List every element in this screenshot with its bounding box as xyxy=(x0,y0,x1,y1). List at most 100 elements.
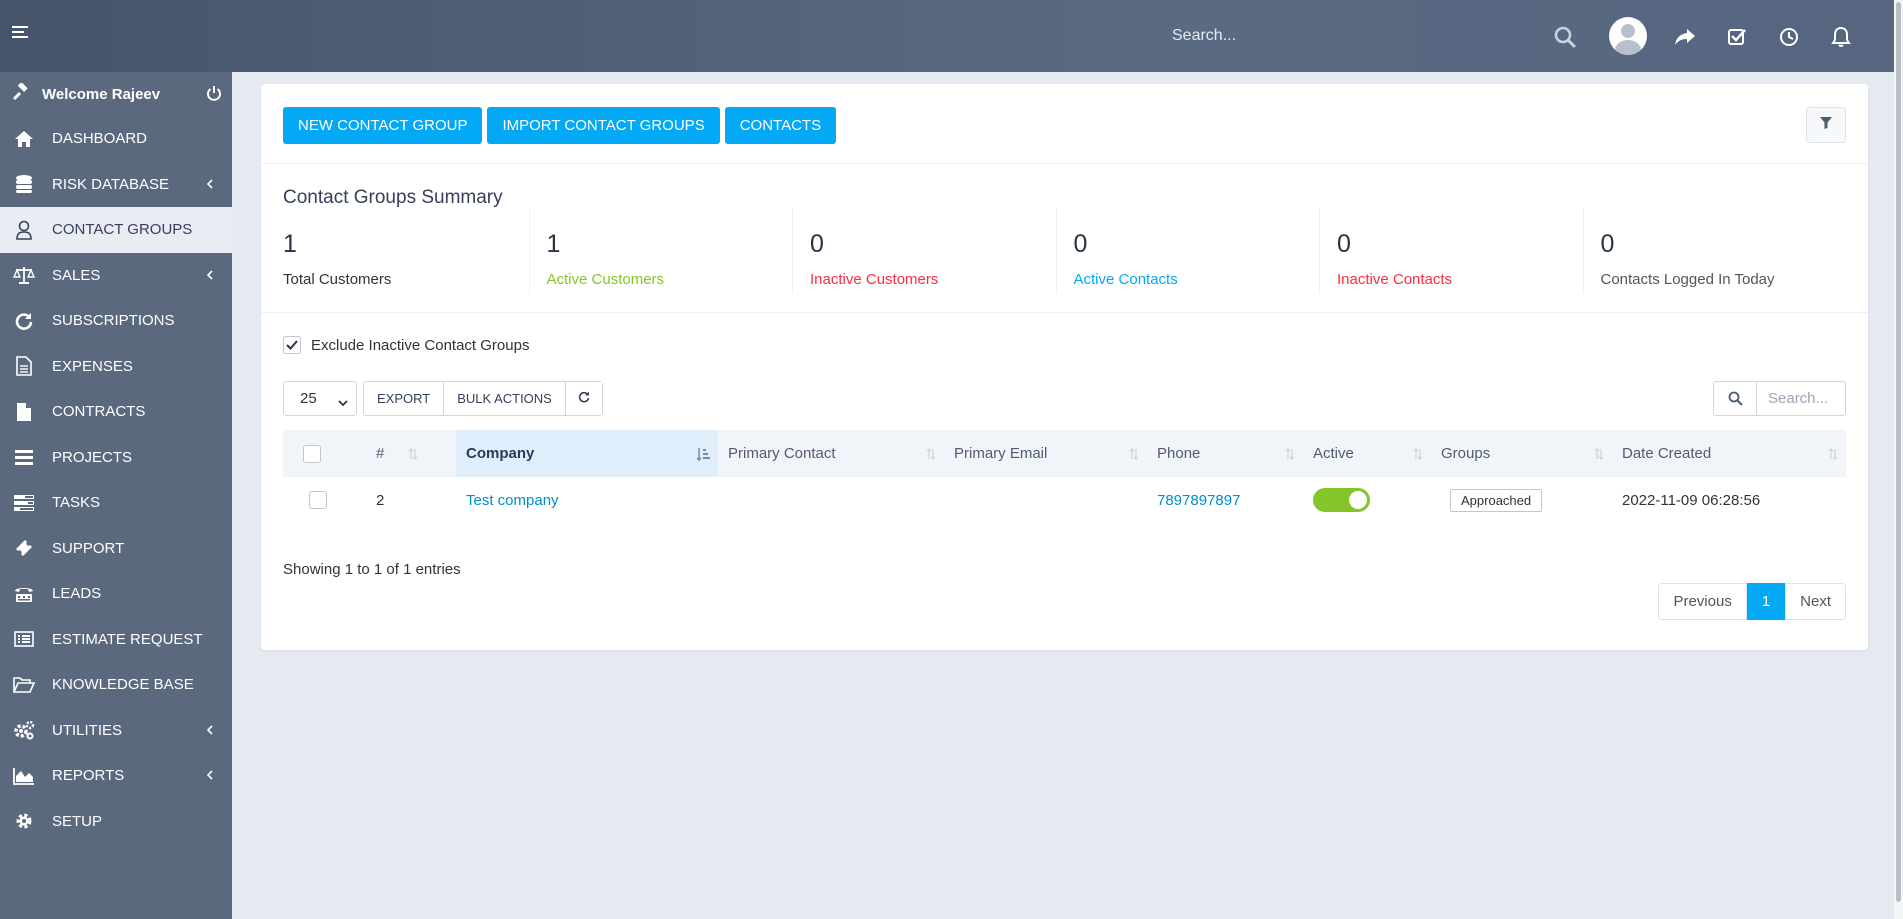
sidebar-item-dashboard[interactable]: DASHBOARD xyxy=(0,116,232,162)
sidebar: Welcome Rajeev DASHBOARD RISK DATABASE C… xyxy=(0,72,232,919)
share-icon[interactable] xyxy=(1672,24,1698,50)
export-button[interactable]: EXPORT xyxy=(364,382,445,415)
stat-label: Active Contacts xyxy=(1073,271,1178,288)
table-search xyxy=(1713,381,1846,416)
menu-icon[interactable] xyxy=(12,26,28,42)
header-number[interactable]: # xyxy=(366,430,426,477)
select-all-checkbox[interactable] xyxy=(303,444,321,463)
header-company[interactable]: Company xyxy=(456,430,718,477)
area-chart-icon xyxy=(13,766,35,786)
refresh-icon xyxy=(13,311,35,331)
stat-total-customers: 1 Total Customers xyxy=(283,208,530,294)
sidebar-item-setup[interactable]: SETUP xyxy=(0,799,232,845)
header-primary-email[interactable]: Primary Email xyxy=(944,430,1147,477)
header-phone[interactable]: Phone xyxy=(1147,430,1303,477)
stat-value: 1 xyxy=(546,230,561,258)
search-icon[interactable] xyxy=(1713,381,1756,416)
global-search-input[interactable] xyxy=(1172,22,1572,50)
sidebar-item-risk-database[interactable]: RISK DATABASE xyxy=(0,162,232,208)
search-icon[interactable] xyxy=(1552,24,1578,50)
page-1-button[interactable]: 1 xyxy=(1746,583,1786,620)
filter-button[interactable] xyxy=(1806,107,1846,143)
sidebar-item-expenses[interactable]: EXPENSES xyxy=(0,344,232,390)
exclude-inactive-filter: Exclude Inactive Contact Groups xyxy=(283,336,529,354)
sidebar-item-leads[interactable]: LEADS xyxy=(0,571,232,617)
stat-inactive-contacts: 0 Inactive Contacts xyxy=(1320,208,1584,294)
cell-active xyxy=(1303,477,1370,523)
contact-groups-panel: NEW CONTACT GROUP IMPORT CONTACT GROUPS … xyxy=(261,84,1868,650)
phone-link[interactable]: 7897897897 xyxy=(1147,477,1240,523)
sidebar-item-subscriptions[interactable]: SUBSCRIPTIONS xyxy=(0,298,232,344)
scrollbar[interactable] xyxy=(1894,0,1903,919)
bell-icon[interactable] xyxy=(1828,24,1854,50)
header-primary-contact[interactable]: Primary Contact xyxy=(718,430,944,477)
sidebar-item-contact-groups[interactable]: CONTACT GROUPS xyxy=(0,207,232,253)
filter-icon xyxy=(1820,116,1832,134)
next-page-button[interactable]: Next xyxy=(1785,583,1846,620)
column-label: Primary Contact xyxy=(728,445,836,462)
sidebar-item-reports[interactable]: REPORTS xyxy=(0,753,232,799)
active-toggle[interactable] xyxy=(1313,488,1370,512)
reload-button[interactable] xyxy=(565,382,602,415)
import-contact-groups-button[interactable]: IMPORT CONTACT GROUPS xyxy=(487,107,720,144)
row-checkbox[interactable] xyxy=(309,491,327,509)
cell-primary-email xyxy=(944,477,954,523)
bulk-actions-button[interactable]: BULK ACTIONS xyxy=(444,382,566,415)
sidebar-item-utilities[interactable]: UTILITIES xyxy=(0,708,232,754)
header-active[interactable]: Active xyxy=(1303,430,1431,477)
table-info: Showing 1 to 1 of 1 entries xyxy=(283,561,461,578)
cell-date-created: 2022-11-09 06:28:56 xyxy=(1622,491,1761,509)
clock-icon[interactable] xyxy=(1776,24,1802,50)
sort-icon xyxy=(408,447,418,464)
bars-icon xyxy=(13,447,35,467)
stat-value: 0 xyxy=(1073,230,1088,258)
chevron-left-icon xyxy=(206,177,214,194)
previous-page-button[interactable]: Previous xyxy=(1658,583,1747,620)
column-label: Groups xyxy=(1441,445,1491,462)
sidebar-item-projects[interactable]: PROJECTS xyxy=(0,435,232,481)
stat-label: Contacts Logged In Today xyxy=(1600,271,1775,288)
exclude-inactive-checkbox[interactable] xyxy=(283,336,301,354)
file-text-icon xyxy=(13,356,35,377)
table-search-input[interactable] xyxy=(1756,381,1846,416)
cell-groups: Approached xyxy=(1440,477,1543,523)
header-groups[interactable]: Groups xyxy=(1431,430,1612,477)
tasks-icon xyxy=(13,493,35,513)
table-row: 2 Test company 7897897897 Approached 202… xyxy=(283,477,1846,523)
ticket-icon xyxy=(13,538,35,558)
cog-icon xyxy=(13,811,35,831)
power-icon[interactable] xyxy=(206,85,222,105)
chevron-left-icon xyxy=(206,768,214,785)
sidebar-item-tasks[interactable]: TASKS xyxy=(0,480,232,526)
sidebar-item-estimate-request[interactable]: ESTIMATE REQUEST xyxy=(0,617,232,663)
chevron-left-icon xyxy=(206,723,214,740)
new-contact-group-button[interactable]: NEW CONTACT GROUP xyxy=(283,107,483,144)
welcome-header: Welcome Rajeev xyxy=(0,72,232,116)
sidebar-item-label: REPORTS xyxy=(52,767,125,785)
column-label: Company xyxy=(466,445,535,462)
sidebar-item-knowledge-base[interactable]: KNOWLEDGE BASE xyxy=(0,662,232,708)
table-button-group: EXPORT BULK ACTIONS xyxy=(363,381,603,416)
page-length-select[interactable]: 25 xyxy=(283,381,357,416)
stat-label: Inactive Contacts xyxy=(1337,271,1453,288)
sidebar-item-label: PROJECTS xyxy=(52,448,133,466)
sidebar-item-sales[interactable]: SALES xyxy=(0,253,232,299)
column-label: Phone xyxy=(1157,445,1201,462)
file-icon xyxy=(13,402,35,422)
sidebar-item-label: DASHBOARD xyxy=(52,130,148,148)
sidebar-item-support[interactable]: SUPPORT xyxy=(0,526,232,572)
contact-groups-table: # Company Primary Contact Primary Email … xyxy=(283,430,1846,523)
divider xyxy=(261,312,1868,313)
sort-icon xyxy=(1828,447,1838,464)
table-header: # Company Primary Contact Primary Email … xyxy=(283,430,1846,477)
sort-icon xyxy=(1594,447,1604,464)
sidebar-item-contracts[interactable]: CONTRACTS xyxy=(0,389,232,435)
header-date-created[interactable]: Date Created xyxy=(1612,430,1846,477)
database-icon xyxy=(13,174,35,194)
sort-icon xyxy=(1413,447,1423,464)
check-square-icon[interactable] xyxy=(1724,24,1750,50)
header-select-all xyxy=(303,430,363,477)
contacts-button[interactable]: CONTACTS xyxy=(724,107,837,144)
avatar[interactable] xyxy=(1609,17,1647,55)
company-link[interactable]: Test company xyxy=(456,477,559,523)
